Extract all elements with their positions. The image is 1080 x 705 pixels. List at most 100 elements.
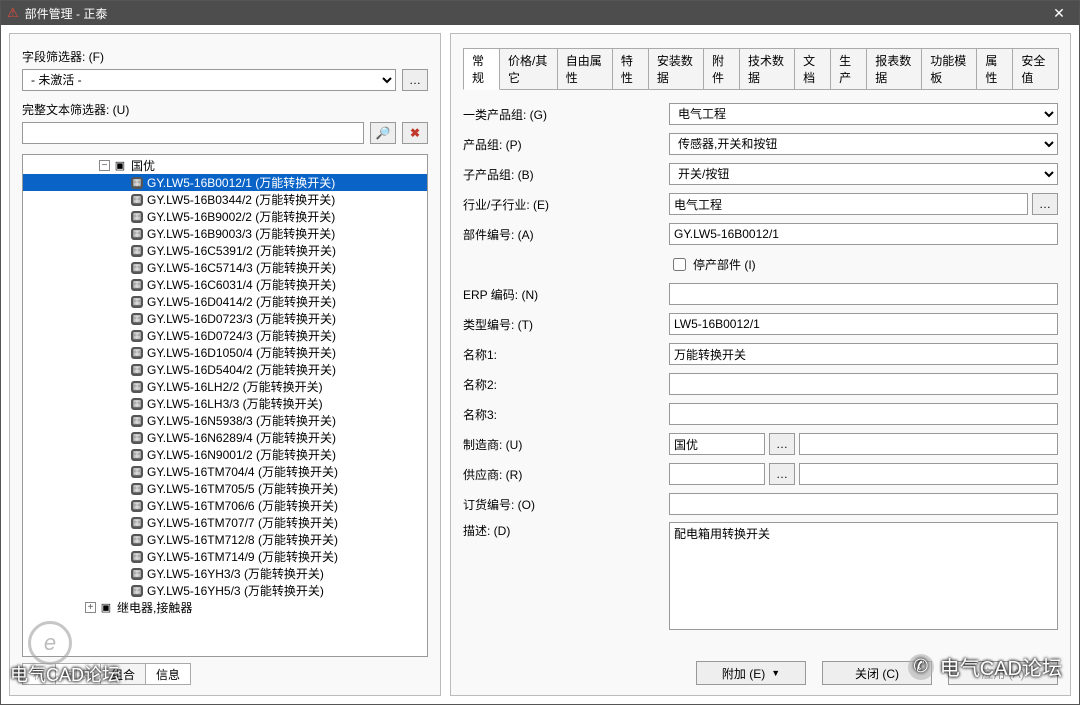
detail-tab[interactable]: 属性: [976, 48, 1013, 89]
extras-button[interactable]: 附加 (E)▼: [696, 661, 806, 685]
close-button[interactable]: 关闭 (C): [822, 661, 932, 685]
part-icon: ▦: [131, 466, 143, 478]
text-filter-input[interactable]: [22, 122, 364, 144]
part-icon: ▦: [131, 211, 143, 223]
tab-tree[interactable]: 树: [22, 663, 56, 685]
body: 字段筛选器: (F) - 未激活 - … 完整文本筛选器: (U) 🔎 ✖ −▣…: [1, 25, 1079, 704]
tree-part-item[interactable]: ▦GY.LW5-16D0723/3 (万能转换开关): [23, 310, 427, 327]
tree-item-label: GY.LW5-16D0723/3 (万能转换开关): [147, 310, 336, 327]
detail-tab[interactable]: 附件: [703, 48, 740, 89]
manuf-more-button[interactable]: …: [769, 433, 795, 455]
input-name2[interactable]: [669, 373, 1058, 395]
detail-tab[interactable]: 功能模板: [921, 48, 977, 89]
tree-part-item[interactable]: ▦GY.LW5-16LH2/2 (万能转换开关): [23, 378, 427, 395]
tree-part-item[interactable]: ▦ GY.LW5-16YH5/3 (万能转换开关): [23, 582, 427, 599]
supplier-more-button[interactable]: …: [769, 463, 795, 485]
tree-part-item[interactable]: ▦GY.LW5-16C6031/4 (万能转换开关): [23, 276, 427, 293]
tree-part-item[interactable]: ▦GY.LW5-16TM707/7 (万能转换开关): [23, 514, 427, 531]
tree-item-label: GY.LW5-16D5404/2 (万能转换开关): [147, 361, 336, 378]
input-typeno[interactable]: [669, 313, 1058, 335]
detail-tab[interactable]: 特性: [612, 48, 649, 89]
input-name3[interactable]: [669, 403, 1058, 425]
collapse-icon[interactable]: −: [99, 160, 110, 171]
detail-tab[interactable]: 生产: [830, 48, 867, 89]
label-group1: 一类产品组: (G): [463, 106, 663, 123]
tree-part-item[interactable]: ▦GY.LW5-16YH3/3 (万能转换开关): [23, 565, 427, 582]
part-icon: ▦: [131, 585, 143, 597]
label-subgroup: 子产品组: (B): [463, 166, 663, 183]
tree-part-item[interactable]: ▦GY.LW5-16N9001/2 (万能转换开关): [23, 446, 427, 463]
input-manuf-code[interactable]: [669, 433, 765, 455]
detail-tab[interactable]: 安全值: [1012, 48, 1059, 89]
tree-part-item[interactable]: ▦GY.LW5-16B0344/2 (万能转换开关): [23, 191, 427, 208]
left-bottom-tabs: 树 列表 组合 信息: [22, 663, 428, 685]
tab-list[interactable]: 列表: [55, 663, 101, 685]
label-manuf: 制造商: (U): [463, 436, 663, 453]
tree-item-label: GY.LW5-16C5714/3 (万能转换开关): [147, 259, 336, 276]
detail-tab[interactable]: 安装数据: [648, 48, 704, 89]
tree-part-item[interactable]: ▦GY.LW5-16C5714/3 (万能转换开关): [23, 259, 427, 276]
tree-part-item[interactable]: ▦GY.LW5-16LH3/3 (万能转换开关): [23, 395, 427, 412]
detail-tab[interactable]: 文档: [794, 48, 831, 89]
detail-tab[interactable]: 报表数据: [866, 48, 922, 89]
input-industry[interactable]: [669, 193, 1028, 215]
label-orderno: 订货编号: (O): [463, 496, 663, 513]
part-icon: ▦: [131, 194, 143, 206]
input-name1[interactable]: [669, 343, 1058, 365]
tree-group-sibling[interactable]: +▣继电器,接触器: [23, 599, 427, 616]
input-supplier-code[interactable]: [669, 463, 765, 485]
tree-item-label: GY.LW5-16YH5/3 (万能转换开关): [147, 582, 324, 599]
input-prodgroup[interactable]: 传感器,开关和按钮: [669, 133, 1058, 155]
part-icon: ▦: [131, 551, 143, 563]
tab-combo[interactable]: 组合: [100, 663, 146, 685]
detail-tab[interactable]: 常规: [463, 48, 500, 90]
input-orderno[interactable]: [669, 493, 1058, 515]
tree-item-label: GY.LW5-16TM705/5 (万能转换开关): [147, 480, 338, 497]
detail-tab[interactable]: 技术数据: [739, 48, 795, 89]
input-erp[interactable]: [669, 283, 1058, 305]
field-filter-select[interactable]: - 未激活 -: [22, 69, 396, 91]
close-icon[interactable]: ✕: [1045, 1, 1073, 25]
part-icon: ▦: [131, 347, 143, 359]
left-panel: 字段筛选器: (F) - 未激活 - … 完整文本筛选器: (U) 🔎 ✖ −▣…: [9, 33, 441, 696]
tree-part-item[interactable]: ▦GY.LW5-16D5404/2 (万能转换开关): [23, 361, 427, 378]
industry-more-button[interactable]: …: [1032, 193, 1058, 215]
tree-part-item[interactable]: ▦GY.LW5-16TM712/8 (万能转换开关): [23, 531, 427, 548]
part-icon: ▦: [131, 279, 143, 291]
tree-part-item[interactable]: ▦GY.LW5-16D0414/2 (万能转换开关): [23, 293, 427, 310]
tree-part-item[interactable]: ▦GY.LW5-16N5938/3 (万能转换开关): [23, 412, 427, 429]
text-filter-search-button[interactable]: 🔎: [370, 122, 396, 144]
input-subgroup[interactable]: 开关/按钮: [669, 163, 1058, 185]
tree-part-item[interactable]: ▦GY.LW5-16TM706/6 (万能转换开关): [23, 497, 427, 514]
tree-part-item[interactable]: ▦GY.LW5-16D1050/4 (万能转换开关): [23, 344, 427, 361]
tree-part-item[interactable]: ▦GY.LW5-16TM705/5 (万能转换开关): [23, 480, 427, 497]
discontinued-checkbox-wrap[interactable]: 停产部件 (I): [669, 255, 756, 274]
parts-manager-window: ⚠ 部件管理 - 正泰 ✕ 字段筛选器: (F) - 未激活 - … 完整文本筛…: [0, 0, 1080, 705]
label-discontinued: 停产部件 (I): [693, 256, 756, 273]
field-filter-more-button[interactable]: …: [402, 69, 428, 91]
expand-icon[interactable]: +: [85, 602, 96, 613]
search-icon: 🔎: [376, 126, 391, 140]
tree-part-item[interactable]: ▦GY.LW5-16N6289/4 (万能转换开关): [23, 429, 427, 446]
tree-part-item[interactable]: ▦GY.LW5-16D0724/3 (万能转换开关): [23, 327, 427, 344]
tree-part-item[interactable]: ▦GY.LW5-16TM704/4 (万能转换开关): [23, 463, 427, 480]
tree-part-item[interactable]: ▦GY.LW5-16TM714/9 (万能转换开关): [23, 548, 427, 565]
input-group1[interactable]: 电气工程: [669, 103, 1058, 125]
input-partno[interactable]: [669, 223, 1058, 245]
tree-part-item[interactable]: ▦GY.LW5-16B9003/3 (万能转换开关): [23, 225, 427, 242]
detail-tab[interactable]: 价格/其它: [499, 48, 558, 89]
detail-tab[interactable]: 自由属性: [557, 48, 613, 89]
form-general: 一类产品组: (G) 电气工程 产品组: (P) 传感器,开关和按钮 子产品组:…: [463, 102, 1058, 651]
input-desc[interactable]: [669, 522, 1058, 630]
tree-part-item[interactable]: ▦GY.LW5-16C5391/2 (万能转换开关): [23, 242, 427, 259]
parts-tree[interactable]: −▣国优▦GY.LW5-16B0012/1 (万能转换开关)▦GY.LW5-16…: [22, 154, 428, 657]
tree-part-item[interactable]: ▦GY.LW5-16B0012/1 (万能转换开关): [23, 174, 427, 191]
apply-button[interactable]: 应用 (A): [948, 661, 1058, 685]
tree-group-root[interactable]: −▣国优: [23, 157, 427, 174]
label-industry: 行业/子行业: (E): [463, 196, 663, 213]
discontinued-checkbox[interactable]: [673, 258, 686, 271]
tab-info[interactable]: 信息: [145, 663, 191, 685]
tree-item-label: GY.LW5-16YH3/3 (万能转换开关): [147, 565, 324, 582]
tree-part-item[interactable]: ▦GY.LW5-16B9002/2 (万能转换开关): [23, 208, 427, 225]
text-filter-clear-button[interactable]: ✖: [402, 122, 428, 144]
